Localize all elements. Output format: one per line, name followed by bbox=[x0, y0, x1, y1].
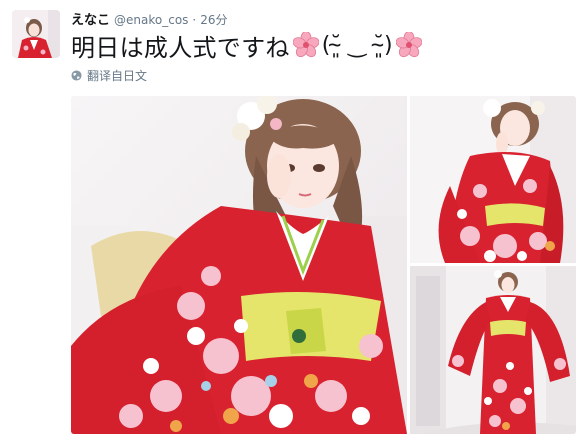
tweet-text: 明日は成人式ですね (˘̴͈ ‿ ˘̴͈) bbox=[71, 28, 425, 62]
tweet-photo-3[interactable] bbox=[410, 266, 576, 434]
photo-image bbox=[410, 266, 576, 434]
display-name[interactable]: えなこ bbox=[71, 9, 110, 28]
avatar-image bbox=[12, 10, 60, 58]
kaomoji: (˘̴͈ ‿ ˘̴͈) bbox=[321, 32, 393, 58]
translate-link[interactable]: 翻译自日文 bbox=[71, 67, 147, 83]
avatar[interactable] bbox=[12, 10, 60, 58]
tweet-header: えなこ @enako_cos · 26分 bbox=[71, 9, 228, 28]
photo-image bbox=[410, 96, 576, 263]
tweet-photo-main[interactable] bbox=[71, 96, 407, 434]
user-handle[interactable]: @enako_cos bbox=[114, 13, 188, 27]
timestamp[interactable]: 26分 bbox=[200, 11, 227, 28]
tweet-text-body: 明日は成人式ですね bbox=[71, 33, 290, 62]
translate-label: 翻译自日文 bbox=[87, 68, 148, 83]
cherry-blossom-icon bbox=[395, 32, 422, 58]
separator-dot: · bbox=[192, 13, 197, 27]
tweet-photo-2[interactable] bbox=[410, 96, 576, 263]
cherry-blossom-icon bbox=[292, 32, 319, 58]
globe-icon bbox=[71, 69, 82, 81]
photo-image bbox=[71, 96, 407, 434]
